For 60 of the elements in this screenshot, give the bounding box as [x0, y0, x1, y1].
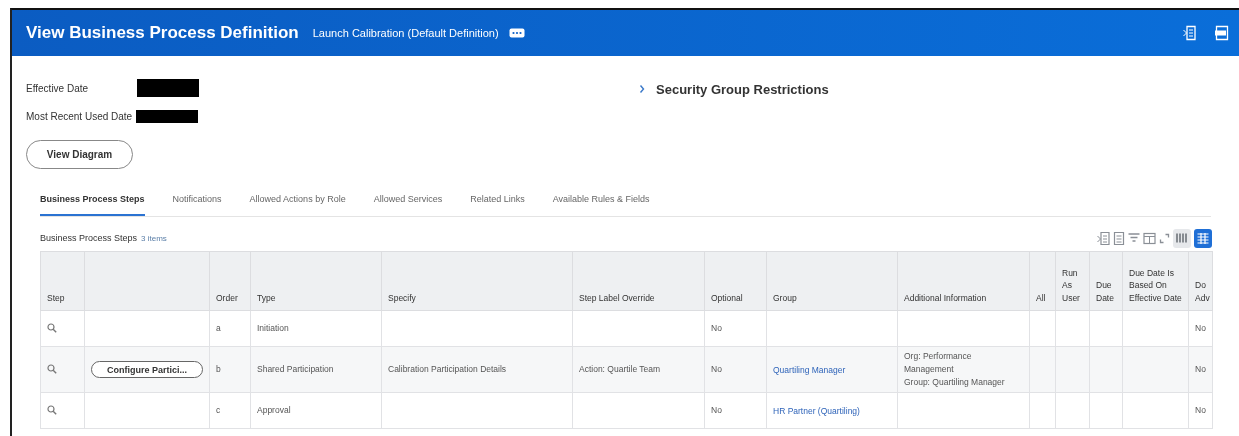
- table-cell: No: [1195, 405, 1206, 416]
- columns-icon[interactable]: [1143, 231, 1156, 245]
- table-cell: No: [711, 364, 722, 375]
- tab[interactable]: Related Links: [470, 188, 525, 216]
- excel-export-icon[interactable]: [1097, 230, 1110, 246]
- column-header: Due Date Is Based On Effective Date: [1129, 268, 1182, 303]
- column-header: Run As User: [1062, 268, 1080, 303]
- section-title[interactable]: Security Group Restrictions: [656, 81, 829, 97]
- chevron-icon[interactable]: [638, 84, 646, 94]
- grid-view-icon[interactable]: [1173, 228, 1191, 248]
- table-cell: Action: Quartile Team: [579, 364, 661, 375]
- column-header: Step: [47, 292, 65, 303]
- search-icon[interactable]: [47, 363, 57, 374]
- column-header: Step Label Override: [579, 292, 655, 303]
- column-header: Optional: [711, 292, 743, 303]
- table-cell: a: [216, 323, 221, 334]
- tab[interactable]: Allowed Services: [373, 188, 443, 216]
- table-cell: No: [711, 323, 722, 334]
- column-header: All: [1036, 292, 1046, 303]
- search-icon[interactable]: [47, 404, 57, 415]
- table-cell-text: Group: Quartiling Manager: [904, 375, 1006, 389]
- configure-button[interactable]: Configure Partici...: [91, 361, 203, 378]
- column-header: Do Adv: [1195, 280, 1210, 303]
- table-cell: No: [711, 405, 722, 416]
- more-actions-icon[interactable]: [508, 28, 525, 38]
- excel-export-icon[interactable]: [1183, 25, 1197, 41]
- field-label: Effective Date: [26, 82, 90, 94]
- table-cell: Approval: [257, 405, 291, 416]
- table-cell: No: [1195, 323, 1206, 334]
- column-header: Specify: [388, 292, 416, 303]
- fullscreen-icon[interactable]: [1159, 232, 1170, 244]
- tab[interactable]: Notifications: [172, 188, 222, 216]
- tab[interactable]: Business Process Steps: [40, 188, 145, 216]
- group-link[interactable]: Quartiling Manager: [773, 364, 846, 375]
- column-header: Due Date: [1096, 280, 1114, 303]
- table-cell: Calibration Participation Details: [388, 364, 507, 375]
- table-cell: c: [216, 405, 221, 416]
- page-title: View Business Process Definition: [26, 23, 299, 43]
- search-icon[interactable]: [47, 322, 57, 333]
- column-header: Type: [257, 292, 276, 303]
- table-cell-text: Org: Performance Management: [904, 350, 973, 376]
- page-subtitle: Launch Calibration (Default Definition): [312, 27, 499, 39]
- column-header: Additional Information: [904, 292, 987, 303]
- item-count: 3 items: [141, 234, 167, 243]
- table-view-icon[interactable]: [1194, 228, 1212, 248]
- column-header: Order: [216, 292, 238, 303]
- table-cell: b: [216, 364, 221, 375]
- tab[interactable]: Available Rules & Fields: [552, 188, 650, 216]
- tab[interactable]: Allowed Actions by Role: [249, 188, 346, 216]
- document-icon[interactable]: [1113, 230, 1125, 246]
- group-link[interactable]: HR Partner (Quartiling): [773, 405, 860, 416]
- column-header: Group: [773, 292, 797, 303]
- table-cell: No: [1195, 364, 1206, 375]
- filter-icon[interactable]: [1128, 232, 1140, 244]
- table-cell: Shared Participation: [257, 364, 334, 375]
- field-label: Most Recent Used Date: [26, 110, 133, 122]
- table-title: Business Process Steps: [40, 233, 138, 243]
- table-cell: Initiation: [257, 323, 289, 334]
- view-diagram-button[interactable]: View Diagram: [26, 140, 133, 169]
- pdf-export-icon[interactable]: [1215, 25, 1229, 41]
